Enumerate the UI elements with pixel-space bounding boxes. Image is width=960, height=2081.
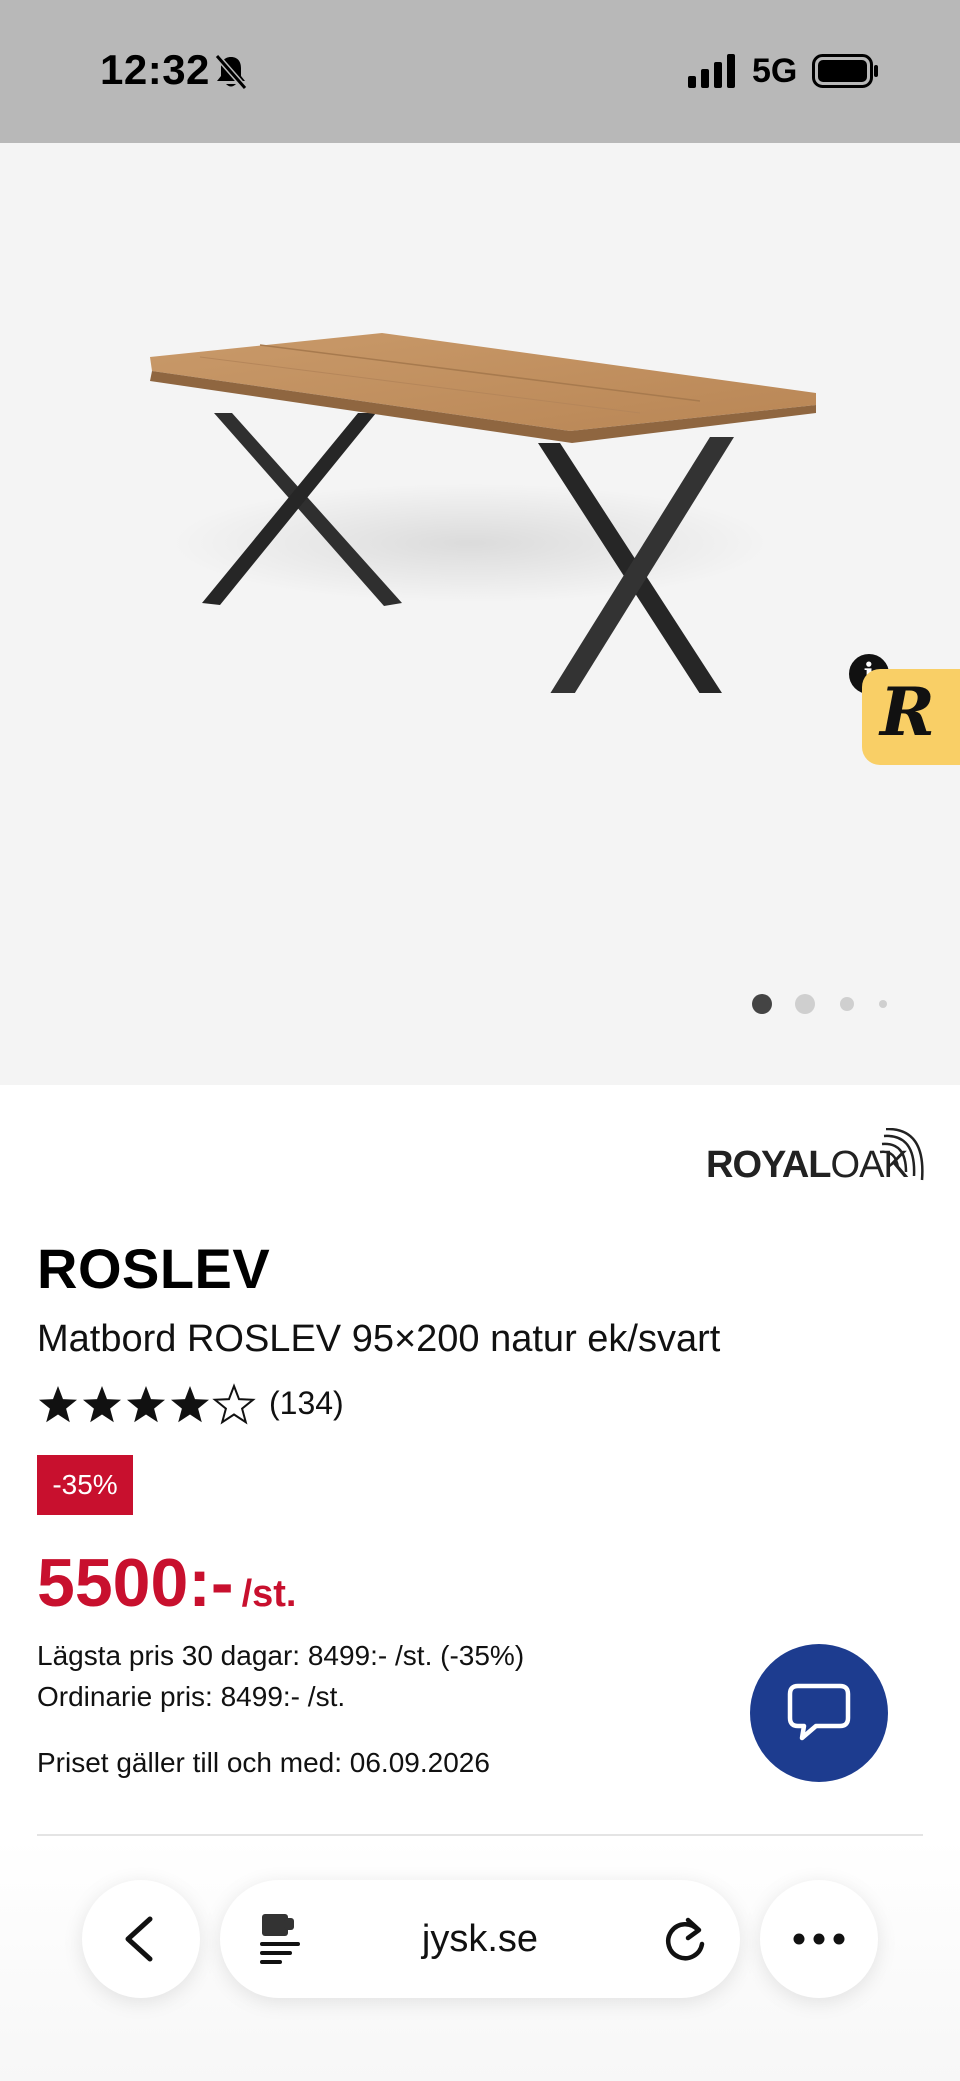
brand-logo[interactable]: ROYALOAK — [706, 1128, 926, 1190]
lowest-price-info: Lägsta pris 30 dagar: 8499:- /st. (-35%) — [37, 1640, 525, 1671]
price-value: 5500:- — [37, 1545, 234, 1621]
bell-slash-icon — [214, 54, 248, 90]
more-options-button[interactable] — [760, 1880, 878, 1998]
signal-icon — [688, 54, 735, 88]
browser-toolbar: jysk.se — [0, 1838, 960, 2081]
price-valid-until: Priset gäller till och med: 06.09.2026 — [37, 1747, 490, 1778]
network-label: 5G — [752, 52, 798, 90]
r-badge-button[interactable]: R — [862, 669, 960, 765]
divider — [37, 1834, 923, 1836]
chevron-left-icon — [125, 1916, 153, 1962]
status-time: 12:32 — [100, 46, 210, 93]
chat-bubble-icon — [787, 1683, 851, 1741]
url-text[interactable]: jysk.se — [220, 1918, 740, 1961]
star-filled-icon — [171, 1386, 209, 1423]
carousel-dot[interactable] — [795, 994, 815, 1014]
star-filled-icon — [39, 1386, 77, 1423]
product-description: Matbord ROSLEV 95×200 natur ek/svart — [37, 1318, 721, 1360]
carousel-dot-active[interactable] — [752, 994, 772, 1014]
star-filled-icon — [127, 1386, 165, 1423]
product-price: 5500:-/st. — [37, 1544, 296, 1622]
brand-logo-part1: ROYAL — [706, 1144, 832, 1186]
address-bar[interactable]: jysk.se — [220, 1880, 740, 1998]
more-dots-icon — [793, 1933, 845, 1945]
discount-badge: -35% — [37, 1455, 133, 1515]
price-unit: /st. — [241, 1573, 297, 1615]
review-count[interactable]: (134) — [269, 1385, 344, 1422]
r-logo-icon: R — [880, 673, 935, 751]
carousel-dots[interactable] — [750, 989, 890, 1019]
product-image-gallery[interactable]: i R — [0, 143, 960, 1085]
carousel-dot[interactable] — [840, 997, 854, 1011]
carousel-dot[interactable] — [879, 1000, 887, 1008]
ordinary-price-info: Ordinarie pris: 8499:- /st. — [37, 1681, 346, 1712]
reload-icon[interactable] — [664, 1916, 708, 1962]
status-bar: 12:32 5G — [0, 0, 960, 143]
brand-arcs-icon — [879, 1128, 924, 1181]
back-button[interactable] — [82, 1880, 200, 1998]
battery-icon — [812, 54, 878, 88]
star-filled-icon — [83, 1386, 121, 1423]
chat-button[interactable] — [750, 1644, 888, 1782]
product-image[interactable] — [140, 273, 830, 693]
product-name: ROSLEV — [37, 1237, 271, 1300]
star-empty-icon — [212, 1383, 256, 1425]
rating-stars — [39, 1383, 256, 1425]
